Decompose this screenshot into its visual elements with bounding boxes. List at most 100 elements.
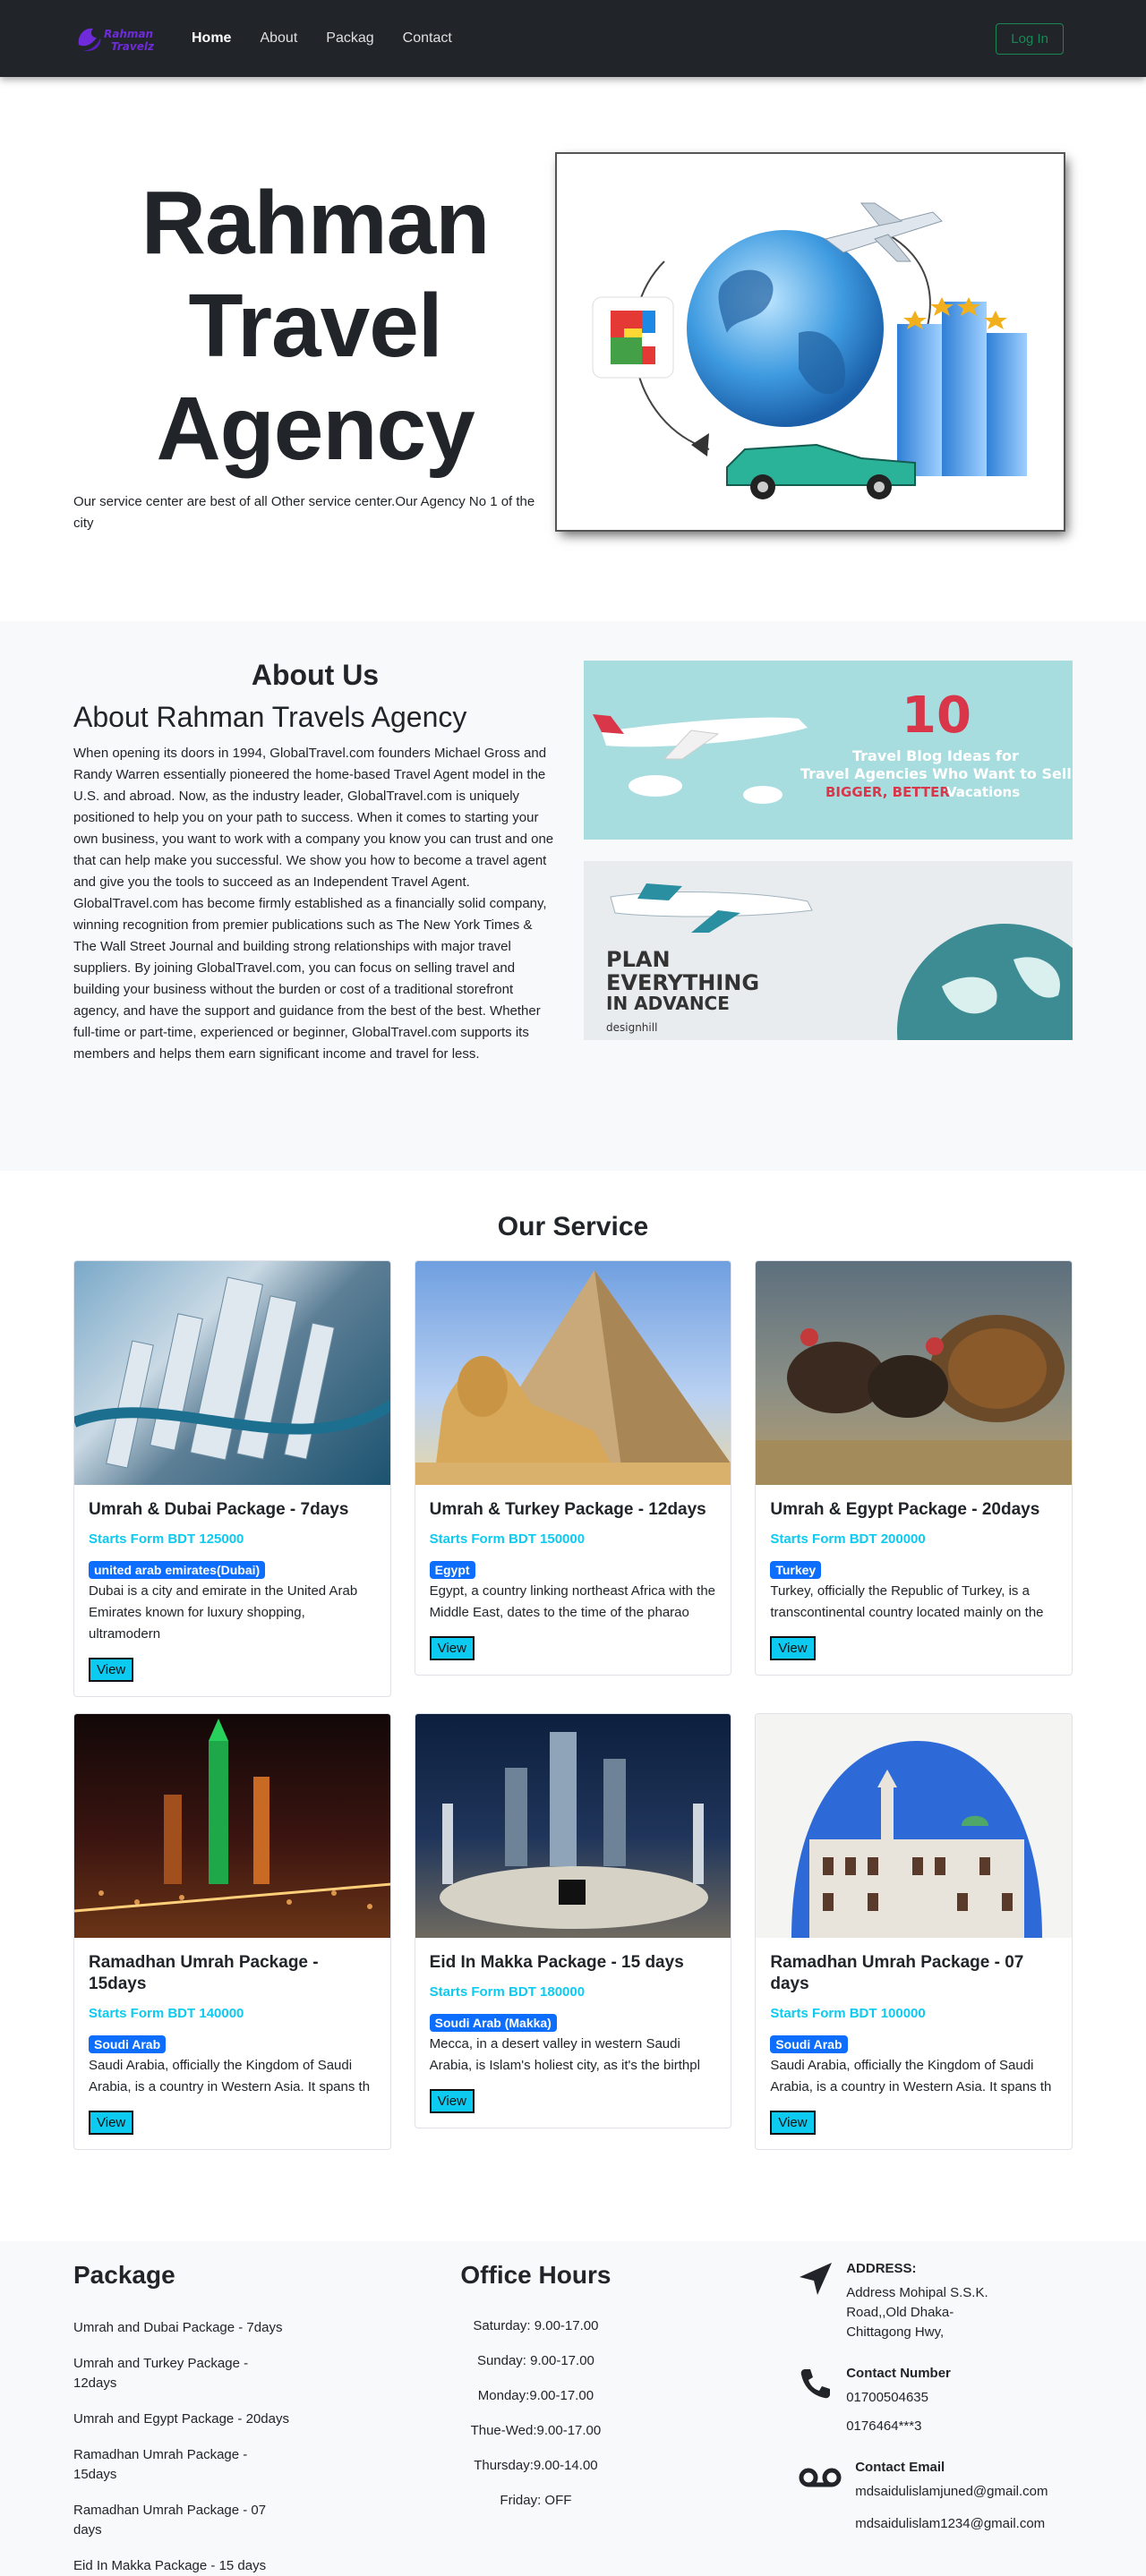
view-button[interactable]: View <box>89 2111 134 2135</box>
about-heading: About Us <box>251 659 380 691</box>
footer-package-link[interactable]: Ramadhan Umrah Package - 15days <box>73 2445 292 2485</box>
country-badge: united arab emirates(Dubai) <box>89 1561 266 1579</box>
svg-text:Rahman: Rahman <box>104 28 153 40</box>
hero-text: Rahman Travel Agency Our service center … <box>73 165 557 534</box>
hero-title: Rahman Travel Agency <box>73 172 557 481</box>
card-description: Dubai is a city and emirate in the Unite… <box>89 1583 358 1642</box>
hero-title-line2: Travel <box>188 275 443 376</box>
office-hours-row: Thursday:9.00-14.00 <box>474 2458 598 2473</box>
card-body: Umrah & Turkey Package - 12days Starts F… <box>415 1485 731 1675</box>
office-hours-title: Office Hours <box>460 2261 611 2289</box>
package-card-eid-makka: Eid In Makka Package - 15 days Starts Fo… <box>414 1713 732 2128</box>
card-title: Ramadhan Umrah Package - 15days <box>89 1953 319 1993</box>
card-title: Eid In Makka Package - 15 days <box>429 1953 684 1972</box>
phone-number[interactable]: 0176464***3 <box>846 2417 951 2436</box>
view-button[interactable]: View <box>770 1636 816 1660</box>
card-title: Umrah & Egypt Package - 20days <box>770 1500 1040 1519</box>
about-subheading: About Rahman Travels Agency <box>73 701 467 733</box>
phone-block: Contact Number 01700504635 0176464***3 <box>798 2366 1073 2445</box>
login-button[interactable]: Log In <box>996 22 1064 55</box>
office-hours-row: Saturday: 9.00-17.00 <box>473 2318 599 2333</box>
svg-text:Vacations: Vacations <box>946 784 1020 800</box>
hero-subtitle: Our service center are best of all Other… <box>73 493 535 531</box>
country-badge: Egypt <box>429 1561 475 1579</box>
nav-link-about[interactable]: About <box>260 30 297 47</box>
footer-package-link[interactable]: Eid In Makka Package - 15 days <box>73 2556 292 2576</box>
package-card-dubai: Umrah & Dubai Package - 7days Starts For… <box>73 1260 391 1697</box>
svg-text:EVERYTHING: EVERYTHING <box>606 970 759 995</box>
card-title: Umrah & Dubai Package - 7days <box>89 1500 349 1519</box>
card-row-2: Ramadhan Umrah Package - 15days Starts F… <box>73 1713 1073 2150</box>
footer-package-link[interactable]: Umrah and Turkey Package - 12days <box>73 2354 292 2393</box>
nav-links: Home About Packag Contact <box>192 30 452 47</box>
office-hours-row: Monday:9.00-17.00 <box>477 2388 594 2403</box>
card-body: Umrah & Egypt Package - 20days Starts Fo… <box>756 1485 1072 1675</box>
package-card-ramadhan-07: Ramadhan Umrah Package - 07 days Starts … <box>755 1713 1073 2150</box>
footer-package-link[interactable]: Umrah and Egypt Package - 20days <box>73 2410 292 2429</box>
nav-link-contact[interactable]: Contact <box>403 30 452 47</box>
view-button[interactable]: View <box>770 2111 816 2135</box>
dubai-aerial-image <box>74 1261 390 1485</box>
card-price: Starts Form BDT 125000 <box>89 1531 244 1547</box>
card-description: Saudi Arabia, officially the Kingdom of … <box>89 2058 371 2094</box>
email-block: Contact Email mdsaidulislamjuned@gmail.c… <box>798 2460 1073 2543</box>
riyadh-night-image <box>74 1714 390 1938</box>
svg-text:10: 10 <box>902 687 971 745</box>
office-hours-row: Sunday: 9.00-17.00 <box>476 2353 594 2368</box>
about-paragraph-2: GlobalTravel.com has become firmly estab… <box>73 896 547 1062</box>
card-body: Ramadhan Umrah Package - 15days Starts F… <box>74 1938 390 2149</box>
location-arrow-icon <box>798 2261 834 2351</box>
card-description: Turkey, officially the Republic of Turke… <box>770 1583 1044 1620</box>
hero-title-line3: Agency <box>156 378 475 479</box>
saudi-architecture-image <box>756 1714 1073 1938</box>
turkeys-image <box>756 1261 1073 1485</box>
card-body: Ramadhan Umrah Package - 07 days Starts … <box>756 1938 1072 2149</box>
hero-title-line1: Rahman <box>141 172 491 273</box>
svg-text:Travelz: Travelz <box>111 40 155 53</box>
view-button[interactable]: View <box>89 1658 134 1682</box>
country-badge: Soudi Arab (Makka) <box>429 2014 557 2032</box>
card-price: Starts Form BDT 100000 <box>770 2006 926 2021</box>
services-section: Our Service Umrah & Dubai Package - 7day… <box>0 1171 1146 2241</box>
view-button[interactable]: View <box>429 2089 475 2113</box>
nav-link-home[interactable]: Home <box>192 30 231 47</box>
country-badge: Turkey <box>770 1561 822 1579</box>
hero-travel-illustration <box>557 154 1064 530</box>
address-block: ADDRESS: Address Mohipal S.S.K. Road,,Ol… <box>798 2261 1073 2351</box>
svg-text:BIGGER, BETTER: BIGGER, BETTER <box>825 784 950 800</box>
svg-text:Travel Agencies Who Want to Se: Travel Agencies Who Want to Sell <box>800 765 1072 782</box>
contact-number-label: Contact Number <box>846 2366 951 2381</box>
office-hours-row: Friday: OFF <box>500 2493 572 2508</box>
nav-link-package[interactable]: Packag <box>326 30 373 47</box>
brand-logo[interactable]: Rahman Travelz <box>73 18 163 59</box>
about-images: 10 Travel Blog Ideas for Travel Agencies… <box>584 659 1073 1171</box>
pyramid-sphinx-image <box>415 1261 731 1485</box>
navbar: Rahman Travelz Home About Packag Contact… <box>0 0 1146 77</box>
card-price: Starts Form BDT 180000 <box>429 1984 586 2000</box>
hero-section: Rahman Travel Agency Our service center … <box>0 77 1146 621</box>
about-paragraph-1: When opening its doors in 1994, GlobalTr… <box>73 746 554 890</box>
phone-number[interactable]: 01700504635 <box>846 2388 951 2408</box>
card-price: Starts Form BDT 200000 <box>770 1531 926 1547</box>
footer-office-hours: Office Hours Saturday: 9.00-17.00 Sunday… <box>435 2261 637 2576</box>
card-description: Mecca, in a desert valley in western Sau… <box>429 2036 700 2073</box>
package-card-egypt: Umrah & Egypt Package - 20days Starts Fo… <box>755 1260 1073 1676</box>
svg-text:designhill: designhill <box>606 1021 657 1034</box>
country-badge: Soudi Arab <box>770 2035 848 2053</box>
footer-package-link[interactable]: Umrah and Dubai Package - 7days <box>73 2318 292 2338</box>
email-address[interactable]: mdsaidulislamjuned@gmail.com <box>855 2482 1048 2502</box>
address-text: Address Mohipal S.S.K. Road,,Old Dhaka-C… <box>846 2285 988 2340</box>
footer-packages: Package Umrah and Dubai Package - 7days … <box>73 2261 292 2576</box>
office-hours-row: Thue-Wed:9.00-17.00 <box>470 2423 602 2438</box>
card-price: Starts Form BDT 150000 <box>429 1531 586 1547</box>
plan-in-advance-banner: PLAN EVERYTHING IN ADVANCE designhill <box>584 861 1073 1040</box>
email-address[interactable]: mdsaidulislam1234@gmail.com <box>855 2514 1048 2534</box>
card-body: Umrah & Dubai Package - 7days Starts For… <box>74 1485 390 1696</box>
card-price: Starts Form BDT 140000 <box>89 2006 244 2021</box>
travel-blog-banner: 10 Travel Blog Ideas for Travel Agencies… <box>584 661 1073 840</box>
svg-text:IN ADVANCE: IN ADVANCE <box>606 993 730 1014</box>
card-title: Umrah & Turkey Package - 12days <box>429 1500 706 1519</box>
phone-icon <box>798 2366 834 2445</box>
view-button[interactable]: View <box>429 1636 475 1660</box>
footer-package-link[interactable]: Ramadhan Umrah Package - 07 days <box>73 2501 279 2540</box>
